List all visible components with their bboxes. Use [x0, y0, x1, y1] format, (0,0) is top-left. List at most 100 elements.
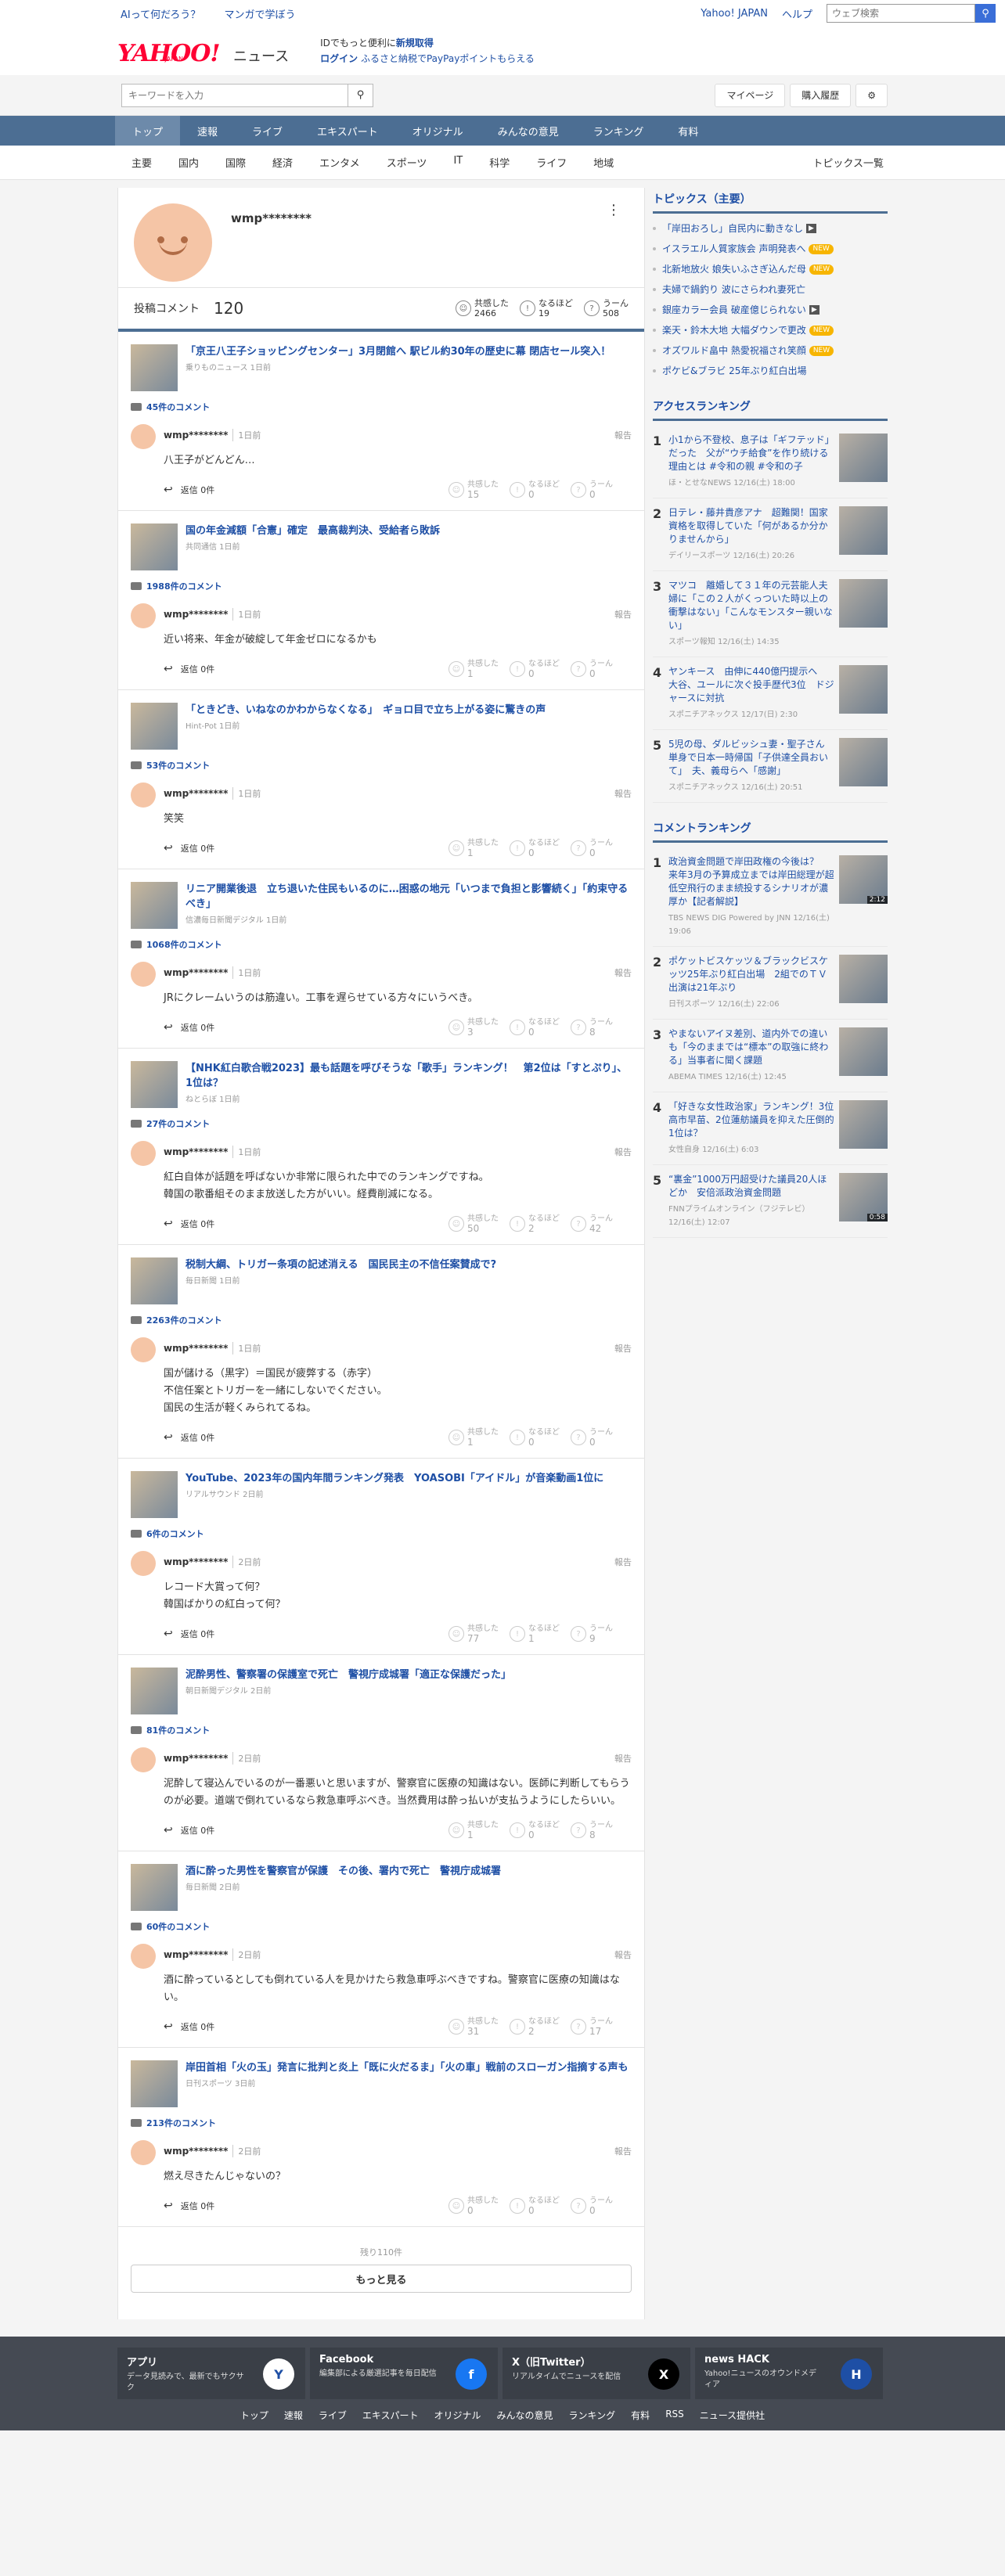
reply-button[interactable]: ↩ 返信 0件: [164, 2020, 214, 2033]
article-title[interactable]: リニア開業後退 立ち退いた住民もいるのに…困惑の地元「いつまで負担と影響続く」「…: [186, 882, 632, 912]
avatar[interactable]: [131, 603, 156, 628]
search-icon[interactable]: ⚲: [975, 4, 996, 23]
avatar[interactable]: [131, 2140, 156, 2165]
reply-button[interactable]: ↩ 返信 0件: [164, 484, 214, 496]
topic-item[interactable]: 銀座カラー会員 破産億じられない ▶: [653, 300, 888, 320]
report-link[interactable]: 報告: [614, 1752, 632, 1765]
report-link[interactable]: 報告: [614, 787, 632, 800]
search-icon[interactable]: ⚲: [348, 83, 373, 107]
uun-vote-button[interactable]: ? うーん 42: [571, 1214, 632, 1233]
yahoo-japan-link[interactable]: Yahoo! JAPAN: [701, 8, 768, 20]
article-thumbnail[interactable]: [131, 523, 178, 570]
ranking-item[interactable]: 3 マツコ 離婚して３１年の元芸能人夫婦に「この２人がくっついた時以上の衝撃はない…: [653, 571, 888, 657]
comment-count-link[interactable]: 213件のコメント: [131, 2117, 632, 2129]
article-title[interactable]: YouTube、2023年の国内年間ランキング発表 YOASOBI「アイドル」が…: [186, 1471, 603, 1486]
uun-vote-button[interactable]: ? うーん 8: [571, 1821, 632, 1840]
article-link[interactable]: 国の年金減額「合憲」確定 最高裁判決、受給者ら敗訴 共同通信 1日前: [131, 523, 632, 570]
report-link[interactable]: 報告: [614, 1146, 632, 1158]
ranking-title[interactable]: 「好きな女性政治家」ランキング！3位高市早苗、2位蓮舫議員を抑えた圧倒的1位は？: [668, 1100, 834, 1140]
naruhodo-vote-button[interactable]: ! なるほど 0: [510, 2196, 571, 2215]
footer-card[interactable]: news HACK Yahoo!ニュースのオウンドメディア H: [695, 2348, 883, 2399]
category-item[interactable]: 経済: [272, 155, 293, 170]
article-title[interactable]: 「京王八王子ショッピングセンター」3月閉館へ 駅ビル約30年の歴史に幕 閉店セー…: [186, 344, 611, 359]
yahoo-news-logo[interactable]: YAHOO! JAPAN ニュース: [117, 35, 289, 67]
more-menu-icon[interactable]: ⋮: [607, 202, 621, 218]
category-item[interactable]: ライフ: [536, 155, 567, 170]
comment-count-link[interactable]: 1068件のコメント: [131, 938, 632, 951]
comment-count-link[interactable]: 6件のコメント: [131, 1527, 632, 1540]
article-title[interactable]: 国の年金減額「合憲」確定 最高裁判決、受給者ら敗訴: [186, 523, 440, 538]
naruhodo-vote-button[interactable]: ! なるほど 2: [510, 2017, 571, 2036]
comment-count-link[interactable]: 1988件のコメント: [131, 580, 632, 592]
topic-item[interactable]: 楽天・鈴木大地 大幅ダウンで更改 NEW: [653, 320, 888, 340]
furusato-link[interactable]: ふるさと納税でPayPayポイントもらえる: [361, 53, 535, 64]
comment-count-link[interactable]: 45件のコメント: [131, 401, 632, 413]
ai-link[interactable]: AIって何だろう？: [121, 9, 200, 21]
ranking-title[interactable]: 5児の母、ダルビッシュ妻・聖子さん 単身で日本一時帰国「子供達全員おいて」 夫、…: [668, 738, 834, 778]
article-link[interactable]: 税制大綱、トリガー条項の記述消える 国民民主の不信任案賛成で? 毎日新聞 1日前: [131, 1257, 632, 1304]
gnav-item[interactable]: 有料: [661, 116, 715, 146]
topic-title[interactable]: 北新地放火 娘失いふさぎ込んだ母: [662, 259, 806, 279]
gnav-item[interactable]: ライブ: [235, 116, 300, 146]
reply-button[interactable]: ↩ 返信 0件: [164, 1218, 214, 1230]
article-link[interactable]: 酒に酔った男性を警察官が保護 その後、署内で死亡 警視庁成城署 毎日新聞 2日前: [131, 1864, 632, 1911]
report-link[interactable]: 報告: [614, 1342, 632, 1355]
login-link[interactable]: ログイン: [320, 53, 358, 64]
ranking-thumbnail[interactable]: [839, 955, 888, 1003]
show-more-button[interactable]: もっと見る: [131, 2265, 632, 2293]
footer-card[interactable]: X（旧Twitter） リアルタイムでニュースを配信 X: [502, 2348, 690, 2399]
gnav-item[interactable]: トップ: [115, 116, 181, 146]
ranking-thumbnail[interactable]: [839, 506, 888, 555]
topic-title[interactable]: 「岸田おろし」自民内に動きなし: [662, 218, 803, 239]
comment-user[interactable]: wmp********: [164, 430, 228, 441]
empathy-vote-button[interactable]: ☺ 共感した 1: [448, 660, 510, 678]
ranking-item[interactable]: 2 日テレ・藤井貴彦アナ 超難関！国家資格を取得していた「何があるか分かりませんか…: [653, 498, 888, 571]
uun-vote-button[interactable]: ? うーん 9: [571, 1624, 632, 1643]
report-link[interactable]: 報告: [614, 429, 632, 441]
topic-title[interactable]: 楽天・鈴木大地 大幅ダウンで更改: [662, 320, 806, 340]
ranking-thumbnail[interactable]: [839, 665, 888, 714]
help-link[interactable]: ヘルプ: [782, 6, 812, 21]
topic-title[interactable]: オズワルド畠中 熱愛祝福され笑顔: [662, 340, 806, 361]
uun-vote-button[interactable]: ? うーん 8: [571, 1018, 632, 1037]
article-thumbnail[interactable]: [131, 2060, 178, 2107]
ranking-item[interactable]: 5 “裏金”1000万円超受けた議員20人ほどか 安倍派政治資金問題 FNNプライム…: [653, 1165, 888, 1238]
ranking-title[interactable]: ポケットビスケッツ＆ブラックビスケッツ25年ぶり紅白出場 2組でのＴＶ出演は21…: [668, 955, 834, 995]
topic-title[interactable]: イスラエル人質家族会 声明発表へ: [662, 239, 805, 259]
article-thumbnail[interactable]: [131, 882, 178, 929]
category-item[interactable]: 地域: [593, 155, 614, 170]
article-title[interactable]: 岸田首相「火の玉」発言に批判と炎上「既に火だるま」「火の車」戦前のスローガン指摘…: [186, 2060, 629, 2075]
comment-count-link[interactable]: 60件のコメント: [131, 1920, 632, 1933]
comment-user[interactable]: wmp********: [164, 1753, 228, 1764]
empathy-vote-button[interactable]: ☺ 共感した 1: [448, 1428, 510, 1447]
topic-item[interactable]: イスラエル人質家族会 声明発表へ NEW: [653, 239, 888, 259]
avatar[interactable]: [131, 783, 156, 808]
comment-count-link[interactable]: 27件のコメント: [131, 1117, 632, 1130]
topic-item[interactable]: オズワルド畠中 熱愛祝福され笑顔 NEW: [653, 340, 888, 361]
article-thumbnail[interactable]: [131, 1471, 178, 1518]
topic-title[interactable]: 銀座カラー会員 破産億じられない: [662, 300, 806, 320]
topic-title[interactable]: ポケビ&ブラビ 25年ぶり紅白出場: [662, 361, 806, 381]
article-link[interactable]: 泥酔男性、警察署の保護室で死亡 警視庁成城署「適正な保護だった」 朝日新聞デジタル…: [131, 1668, 632, 1714]
footer-link[interactable]: 有料: [631, 2409, 650, 2422]
reply-button[interactable]: ↩ 返信 0件: [164, 1431, 214, 1444]
comment-user[interactable]: wmp********: [164, 788, 228, 799]
empathy-vote-button[interactable]: ☺ 共感した 1: [448, 839, 510, 858]
mypage-button[interactable]: マイページ: [715, 83, 786, 107]
ranking-title[interactable]: やまないアイヌ差別、道内外での違いも「今のままでは“標本”の取強に終わる」当事者…: [668, 1027, 834, 1067]
gnav-item[interactable]: 速報: [180, 116, 235, 146]
reply-button[interactable]: ↩ 返信 0件: [164, 1021, 214, 1034]
article-title[interactable]: 酒に酔った男性を警察官が保護 その後、署内で死亡 警視庁成城署: [186, 1864, 501, 1879]
comment-user[interactable]: wmp********: [164, 1556, 228, 1567]
article-title[interactable]: 【NHK紅白歌合戦2023】最も話題を呼びそうな「歌手」ランキング！ 第2位は「…: [186, 1061, 632, 1091]
footer-link[interactable]: みんなの意見: [497, 2409, 553, 2422]
reply-button[interactable]: ↩ 返信 0件: [164, 842, 214, 854]
topics-list-link[interactable]: トピックス一覧: [812, 155, 884, 170]
new-signup-link[interactable]: 新規取得: [396, 38, 434, 49]
news-search-input[interactable]: [121, 83, 348, 107]
topic-item[interactable]: ポケビ&ブラビ 25年ぶり紅白出場: [653, 361, 888, 381]
gnav-item[interactable]: エキスパート: [300, 116, 395, 146]
reply-button[interactable]: ↩ 返信 0件: [164, 1824, 214, 1837]
web-search-input[interactable]: [827, 4, 975, 23]
empathy-vote-button[interactable]: ☺ 共感した 3: [448, 1018, 510, 1037]
